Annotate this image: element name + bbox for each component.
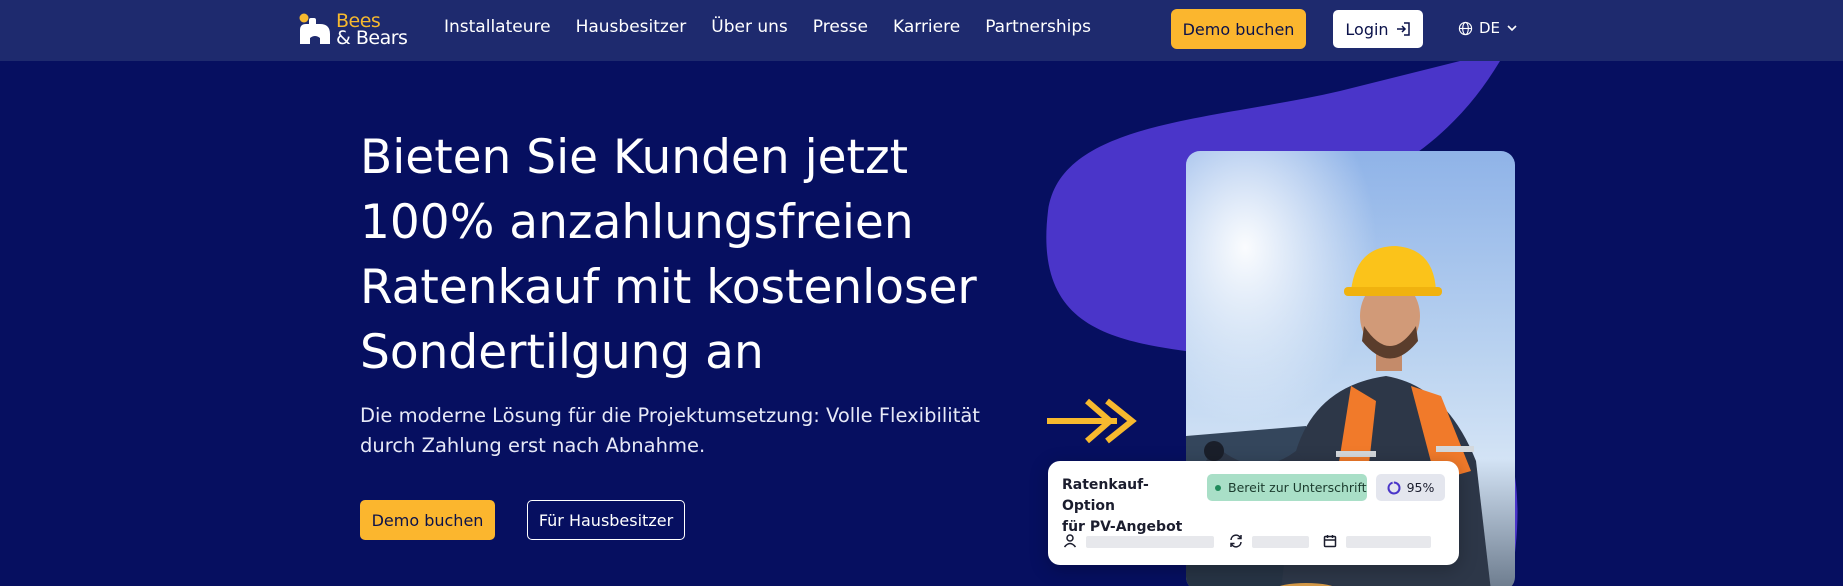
placeholder-bar bbox=[1346, 536, 1431, 548]
progress-badge: 95% bbox=[1376, 474, 1445, 501]
login-button[interactable]: Login bbox=[1333, 10, 1423, 48]
homeowner-button[interactable]: Für Hausbesitzer bbox=[527, 500, 685, 540]
login-label: Login bbox=[1345, 19, 1389, 39]
nav-link-hausbesitzer[interactable]: Hausbesitzer bbox=[576, 17, 687, 37]
language-label: DE bbox=[1479, 19, 1501, 37]
placeholder-bar bbox=[1252, 536, 1309, 548]
calendar-icon bbox=[1323, 535, 1337, 548]
double-arrow-icon bbox=[1047, 398, 1137, 444]
nav-demo-button[interactable]: Demo buchen bbox=[1171, 9, 1306, 49]
bear-logo-icon bbox=[298, 13, 332, 47]
hero-subtitle: Die moderne Lösung für die Projektumsetz… bbox=[360, 401, 980, 461]
user-icon bbox=[1063, 534, 1077, 548]
chevron-down-icon bbox=[1507, 25, 1517, 32]
status-dot-icon bbox=[1215, 484, 1221, 491]
hero-title: Bieten Sie Kunden jetzt 100% anzahlungsf… bbox=[360, 125, 980, 385]
top-navbar: Bees & Bears Installateure Hausbesitzer … bbox=[0, 0, 1843, 61]
nav-link-ueber-uns[interactable]: Über uns bbox=[711, 17, 788, 37]
hero-subtitle-line: durch Zahlung erst nach Abnahme. bbox=[360, 434, 706, 457]
hero-title-line: 100% anzahlungsfreien bbox=[360, 195, 914, 250]
main-nav: Installateure Hausbesitzer Über uns Pres… bbox=[444, 17, 1116, 37]
refresh-icon bbox=[1230, 534, 1242, 548]
nav-link-presse[interactable]: Presse bbox=[813, 17, 868, 37]
language-selector[interactable]: DE bbox=[1458, 19, 1518, 37]
nav-link-partnerships[interactable]: Partnerships bbox=[985, 17, 1091, 37]
hero-demo-button[interactable]: Demo buchen bbox=[360, 500, 495, 540]
progress-ring-icon bbox=[1387, 481, 1401, 494]
brand-logo[interactable]: Bees & Bears bbox=[298, 12, 408, 49]
hero-title-line: Bieten Sie Kunden jetzt bbox=[360, 130, 909, 185]
placeholder-bar bbox=[1086, 536, 1214, 548]
hero-title-line: Sondertilgung an bbox=[360, 325, 764, 380]
hero-title-line: Ratenkauf mit kostenloser bbox=[360, 260, 977, 315]
card-title-line: Ratenkauf-Option bbox=[1062, 477, 1149, 514]
nav-link-installateure[interactable]: Installateure bbox=[444, 17, 551, 37]
progress-label: 95% bbox=[1406, 480, 1435, 495]
status-badge-label: Bereit zur Unterschrift bbox=[1228, 480, 1367, 495]
hero-subtitle-line: Die moderne Lösung für die Projektumsetz… bbox=[360, 404, 980, 427]
card-detail-row bbox=[1062, 533, 1448, 549]
login-icon bbox=[1396, 22, 1410, 36]
status-badge: Bereit zur Unterschrift bbox=[1207, 474, 1367, 501]
nav-link-karriere[interactable]: Karriere bbox=[893, 17, 960, 37]
card-title: Ratenkauf-Option für PV-Angebot bbox=[1062, 475, 1192, 538]
financing-status-card: Ratenkauf-Option für PV-Angebot Bereit z… bbox=[1048, 461, 1459, 565]
logo-text-bears: & Bears bbox=[336, 27, 408, 49]
globe-icon bbox=[1458, 21, 1473, 35]
